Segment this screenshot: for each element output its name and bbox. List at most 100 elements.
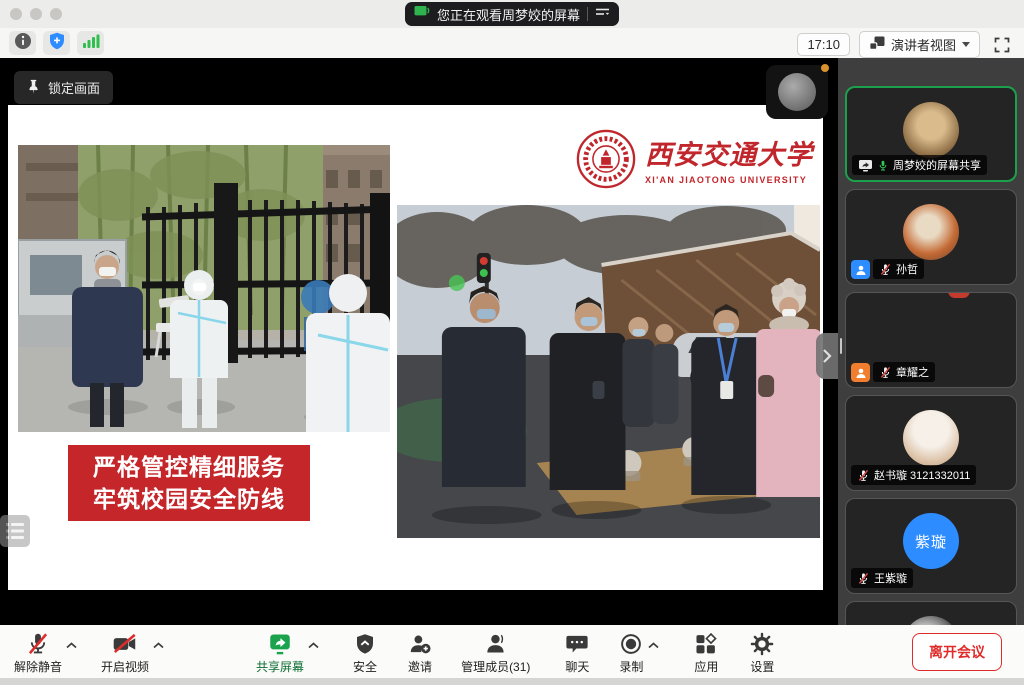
invite-person-icon (407, 629, 433, 657)
shield-plus-icon (49, 32, 65, 55)
mic-muted-icon (25, 629, 51, 657)
participant-name: 孙哲 (896, 261, 918, 277)
participant-nameplate: 章耀之 (873, 362, 935, 382)
participant-name: 王紫璇 (874, 570, 907, 586)
apps-grid-icon (693, 629, 719, 657)
share-screen-button[interactable]: 共享屏幕 (256, 629, 304, 675)
divider (587, 7, 588, 21)
camera-muted-icon (111, 629, 139, 657)
caret-down-icon (962, 42, 970, 47)
avatar-photo (903, 204, 959, 260)
window-close-button[interactable] (10, 8, 22, 20)
pin-screen-label: 锁定画面 (48, 78, 100, 97)
screen-share-icon (858, 159, 873, 172)
host-badge-orange (851, 363, 870, 382)
screen-watching-banner: 您正在观看周梦姣的屏幕 (405, 2, 619, 26)
leave-meeting-button[interactable]: 离开会议 (912, 633, 1002, 671)
avatar-dog (903, 102, 959, 158)
sidebar-collapse-handle[interactable] (816, 333, 838, 379)
share-screen-icon (267, 629, 293, 657)
banner-menu-icon[interactable] (595, 5, 610, 23)
video-options-chevron[interactable] (153, 642, 164, 649)
floating-video-thumbnail[interactable] (766, 65, 828, 119)
street-inspection-photo (397, 205, 820, 538)
dock-strip (0, 678, 1024, 685)
gear-icon (749, 629, 775, 657)
list-icon (4, 521, 26, 541)
meeting-toolbar: 解除静音 开启视频 共享屏幕 安全 邀请 (0, 625, 1024, 678)
participant-tile[interactable]: 紫璇 王紫璇 (845, 498, 1017, 594)
start-video-button[interactable]: 开启视频 (101, 629, 149, 675)
info-icon (14, 32, 32, 55)
person-icon (855, 367, 867, 379)
slogan-banner: 严格管控精细服务 牢筑校园安全防线 (68, 445, 310, 521)
participant-nameplate: 周梦姣的屏幕共享 (852, 155, 987, 175)
mic-muted-icon (857, 572, 870, 585)
participant-nameplate: 王紫璇 (851, 568, 913, 588)
chat-bubble-icon (564, 629, 590, 657)
participant-name: 周梦姣的屏幕共享 (893, 157, 981, 173)
notification-dot (821, 64, 829, 72)
participant-name: 赵书璇 3121332011 (874, 467, 970, 483)
unmute-options-chevron[interactable] (66, 642, 77, 649)
participant-tile-sharing[interactable]: 周梦姣的屏幕共享 (845, 86, 1017, 182)
slogan-line-2: 牢筑校园安全防线 (78, 483, 300, 515)
window-titlebar: 您正在观看周梦姣的屏幕 (0, 0, 1024, 28)
settings-button[interactable]: 设置 (749, 629, 775, 675)
record-icon (618, 629, 644, 657)
university-seal-icon (575, 128, 637, 190)
apps-button[interactable]: 应用 (693, 629, 719, 675)
person-icon (855, 264, 867, 276)
university-name-cn: 西安交通大学 (645, 133, 813, 172)
record-button[interactable]: 录制 (618, 629, 644, 675)
camera-avatar-placeholder (778, 73, 816, 111)
fullscreen-icon (994, 37, 1010, 53)
window-minimize-button[interactable] (30, 8, 42, 20)
presentation-slide: 西安交通大学 XI'AN JIAOTONG UNIVERSITY 严格管控精细服… (8, 105, 823, 590)
campus-gate-photo (18, 145, 390, 432)
fullscreen-button[interactable] (989, 33, 1015, 57)
shared-screen-stage: 锁定画面 (0, 58, 838, 625)
pin-screen-button[interactable]: 锁定画面 (14, 71, 113, 104)
participant-tile[interactable]: 章耀之 (845, 292, 1017, 388)
speaker-view-icon (869, 36, 885, 53)
avatar-initials: 紫璇 (903, 513, 959, 569)
invite-button[interactable]: 邀请 (407, 629, 433, 675)
window-zoom-button[interactable] (50, 8, 62, 20)
unmute-button[interactable]: 解除静音 (14, 629, 62, 675)
zoom-meeting-window: 您正在观看周梦姣的屏幕 17:10 演讲者视图 锁定画面 (0, 0, 1024, 685)
mic-on-icon (877, 159, 889, 172)
view-mode-button[interactable]: 演讲者视图 (859, 31, 980, 58)
security-button[interactable]: 安全 (353, 629, 377, 675)
participant-nameplate: 孙哲 (873, 259, 924, 279)
manage-participants-button[interactable]: 管理成员(31) (461, 629, 530, 675)
cohost-badge-blue (851, 260, 870, 279)
window-controls (10, 8, 62, 20)
chevron-right-icon (822, 348, 832, 364)
view-mode-label: 演讲者视图 (891, 35, 956, 54)
network-quality-button[interactable] (77, 31, 104, 55)
participant-name: 章耀之 (896, 364, 929, 380)
meeting-info-bar: 17:10 演讲者视图 (0, 28, 1024, 58)
share-options-chevron[interactable] (308, 642, 319, 649)
signal-bars-icon (82, 33, 100, 54)
mic-muted-icon (879, 263, 892, 276)
slogan-line-1: 严格管控精细服务 (78, 451, 300, 483)
avatar-photo (903, 616, 959, 625)
slide-list-handle[interactable] (0, 515, 30, 547)
avatar-cat (903, 410, 959, 466)
encryption-button[interactable] (43, 31, 70, 55)
participant-tile[interactable]: 赵书璇 3121332011 (845, 395, 1017, 491)
mic-muted-icon (857, 469, 870, 482)
record-options-chevron[interactable] (648, 642, 659, 649)
meeting-info-button[interactable] (9, 31, 36, 55)
green-screen-icon (414, 5, 430, 23)
pin-icon (27, 79, 40, 97)
meeting-clock: 17:10 (797, 33, 850, 56)
participant-tile-partial[interactable] (845, 601, 1017, 625)
chat-button[interactable]: 聊天 (564, 629, 590, 675)
security-shield-icon (353, 629, 377, 657)
participant-tile[interactable]: 孙哲 (845, 189, 1017, 285)
participants-sidebar: 周梦姣的屏幕共享 孙哲 章耀之 赵书璇 3121332011 (838, 58, 1024, 625)
mic-muted-icon (879, 366, 892, 379)
